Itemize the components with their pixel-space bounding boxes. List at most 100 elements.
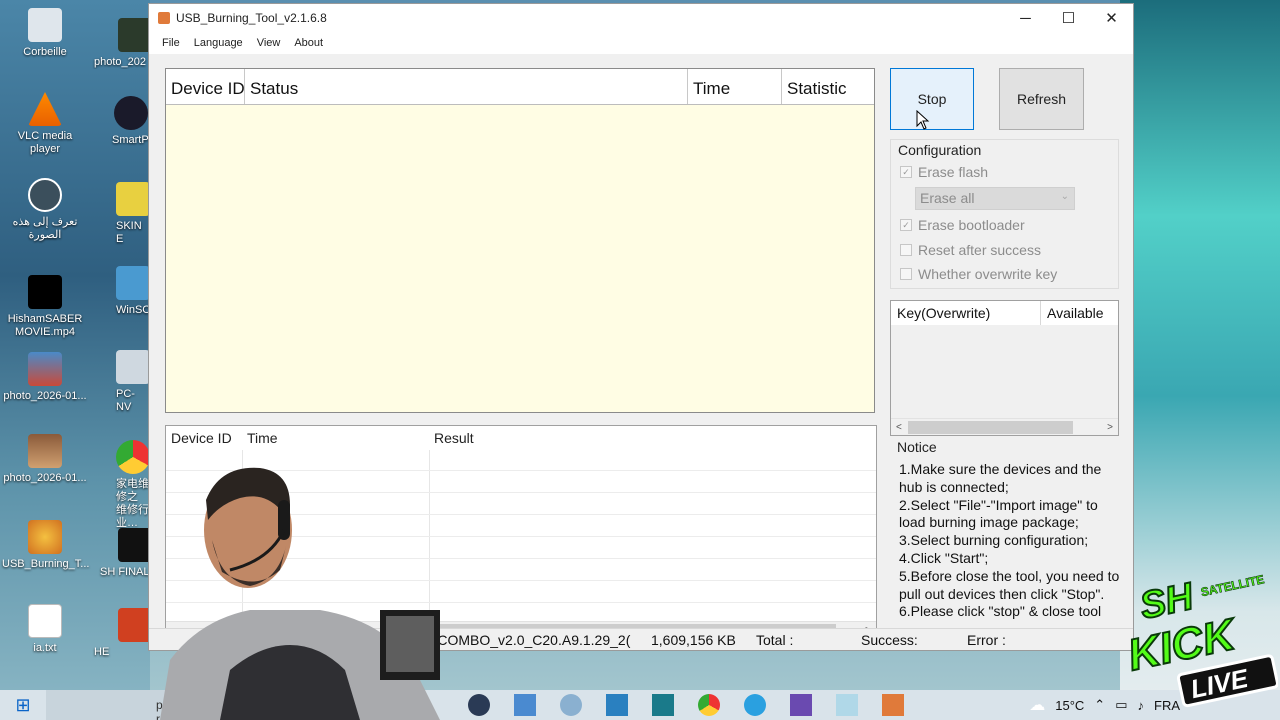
chevron-down-icon: ⌄ (1060, 191, 1069, 202)
text-file-icon (28, 604, 62, 638)
column-device-id[interactable]: Device ID (166, 69, 245, 104)
tool-app-icon[interactable] (560, 694, 582, 716)
minimize-button[interactable]: ─ (1004, 4, 1047, 32)
column-statistic[interactable]: Statistic (782, 69, 874, 104)
recycle-bin-icon (28, 8, 62, 42)
desktop-icon-pcnv[interactable]: PC-NV (88, 350, 150, 414)
scroll-left-icon[interactable]: < (896, 422, 902, 433)
status-total: Total : (756, 632, 794, 648)
notice-line: 6.Please click "stop" & close tool (899, 603, 1102, 620)
badge-satellite-text: SATELLITE (1200, 572, 1266, 599)
menu-file[interactable]: File (155, 37, 187, 49)
key-table[interactable]: Key(Overwrite) Available < > (890, 300, 1119, 436)
usb-burning-tool-taskbar-icon[interactable] (882, 694, 904, 716)
photo-app-icon (28, 178, 62, 212)
desktop-icon-skin[interactable]: SKIN E (88, 182, 150, 246)
checkbox-icon[interactable] (900, 244, 912, 256)
checkbox-checked-icon[interactable]: ✓ (900, 166, 912, 178)
configuration-group: Configuration ✓ Erase flash Erase all ⌄ … (890, 139, 1119, 289)
desktop-icon-arabic[interactable]: تعرف إلى هذه الصورة (2, 178, 88, 242)
notice-panel: Notice 1.Make sure the devices and the h… (890, 437, 1123, 647)
computer-icon (116, 350, 150, 384)
desktop-icon-vlc[interactable]: VLC media player (2, 92, 88, 156)
mouse-cursor-icon (916, 110, 930, 130)
key-table-header: Key(Overwrite) Available (891, 301, 1118, 325)
image-file-icon (118, 18, 150, 52)
video-file-icon (28, 275, 62, 309)
folder-icon (116, 182, 150, 216)
notice-line: 5.Before close the tool, you need to pul… (899, 567, 1120, 602)
checkbox-checked-icon[interactable]: ✓ (900, 219, 912, 231)
status-image-size: 1,609,156 KB (651, 632, 736, 648)
notice-line: 4.Click "Start"; (899, 549, 989, 566)
notice-text: 1.Make sure the devices and the hub is c… (899, 461, 1123, 621)
device-status-table[interactable]: Device ID Status Time Statistic (165, 68, 875, 413)
status-error: Error : (967, 632, 1006, 648)
column-status[interactable]: Status (245, 69, 688, 104)
kick-live-badge: SH SATELLITE KICK LIVE (1123, 572, 1278, 708)
desktop-icon-photo-col2[interactable]: photo_202 (88, 18, 150, 69)
desktop-icon-winsc[interactable]: WinSC (88, 266, 150, 317)
erase-flash-option[interactable]: ✓ Erase flash (900, 164, 988, 180)
desktop-icon-txt[interactable]: ia.txt (2, 604, 88, 655)
desktop-icon-photo-2[interactable]: photo_2026-01... (2, 434, 88, 485)
close-button[interactable]: ✕ (1090, 4, 1133, 32)
app-icon (158, 12, 170, 24)
refresh-button[interactable]: Refresh (999, 68, 1084, 130)
file-explorer-icon[interactable] (514, 694, 536, 716)
menu-view[interactable]: View (250, 37, 288, 49)
desktop-icon-chinese[interactable]: 家电维修之 维修行业… (88, 440, 150, 530)
desktop-icon-photo-1[interactable]: photo_2026-01... (2, 352, 88, 403)
title-bar[interactable]: USB_Burning_Tool_v2.1.6.8 ─ ☐ ✕ (149, 4, 1133, 32)
image-file-icon (28, 352, 62, 386)
archive-icon (118, 608, 150, 642)
column-result-device-id[interactable]: Device ID (166, 426, 242, 450)
usb-burning-tool-icon (28, 520, 62, 554)
scroll-right-icon[interactable]: > (1107, 422, 1113, 433)
telegram-icon[interactable] (744, 694, 766, 716)
menu-about[interactable]: About (287, 37, 330, 49)
notice-line: 3.Select burning configuration; (899, 532, 1089, 549)
maximize-button[interactable]: ☐ (1047, 4, 1090, 32)
webcam-overlay-person (160, 467, 440, 720)
column-key-overwrite[interactable]: Key(Overwrite) (891, 301, 1041, 325)
badge-live-text: LIVE (1188, 663, 1251, 704)
winscp-icon (116, 266, 150, 300)
desktop-icon-sh-final[interactable]: SH FINAL (88, 528, 150, 579)
column-time[interactable]: Time (688, 69, 782, 104)
erase-mode-select[interactable]: Erase all ⌄ (915, 187, 1075, 210)
desktop-icon-he[interactable]: HE (88, 608, 150, 659)
windows-start-icon[interactable]: ⊞ (12, 694, 34, 716)
weather-icon[interactable]: ☁ (1029, 695, 1045, 715)
scrollbar-thumb[interactable] (908, 421, 1073, 434)
menu-bar: File Language View About (149, 32, 1133, 54)
notepad-icon[interactable] (836, 694, 858, 716)
column-available[interactable]: Available (1041, 301, 1118, 325)
desktop-icon-smartp[interactable]: SmartP (88, 96, 150, 147)
notice-line: 2.Select "File"-"Import image" to load b… (899, 496, 1098, 531)
camera-app-icon[interactable] (468, 694, 490, 716)
desktop-icon-recycle-bin[interactable]: Corbeille (2, 8, 88, 59)
key-table-scrollbar[interactable]: < > (891, 418, 1118, 435)
desktop-icon-usb-burning[interactable]: USB_Burning_T... (2, 520, 89, 571)
chrome-icon[interactable] (698, 694, 720, 716)
camera-icon (114, 96, 148, 130)
notice-title: Notice (897, 439, 937, 455)
erase-bootloader-option[interactable]: ✓ Erase bootloader (900, 217, 1025, 233)
overwrite-key-option[interactable]: Whether overwrite key (900, 266, 1057, 282)
chevron-up-icon[interactable]: ⌃ (1094, 697, 1105, 713)
settings-app-icon[interactable] (790, 694, 812, 716)
column-result-time[interactable]: Time (242, 426, 429, 450)
weather-temperature[interactable]: 15°C (1055, 698, 1084, 713)
result-table-header: Device ID Time Result (166, 426, 876, 450)
network-app-icon[interactable] (652, 694, 674, 716)
column-result[interactable]: Result (429, 426, 479, 450)
image-file-icon (28, 434, 62, 468)
reset-after-success-option[interactable]: Reset after success (900, 242, 1041, 258)
configuration-title: Configuration (898, 142, 982, 158)
desktop-icon-movie[interactable]: HishamSABER MOVIE.mp4 (2, 275, 88, 339)
checkbox-icon[interactable] (900, 268, 912, 280)
menu-language[interactable]: Language (187, 37, 250, 49)
calculator-icon[interactable] (606, 694, 628, 716)
stop-button[interactable]: Stop (890, 68, 974, 130)
